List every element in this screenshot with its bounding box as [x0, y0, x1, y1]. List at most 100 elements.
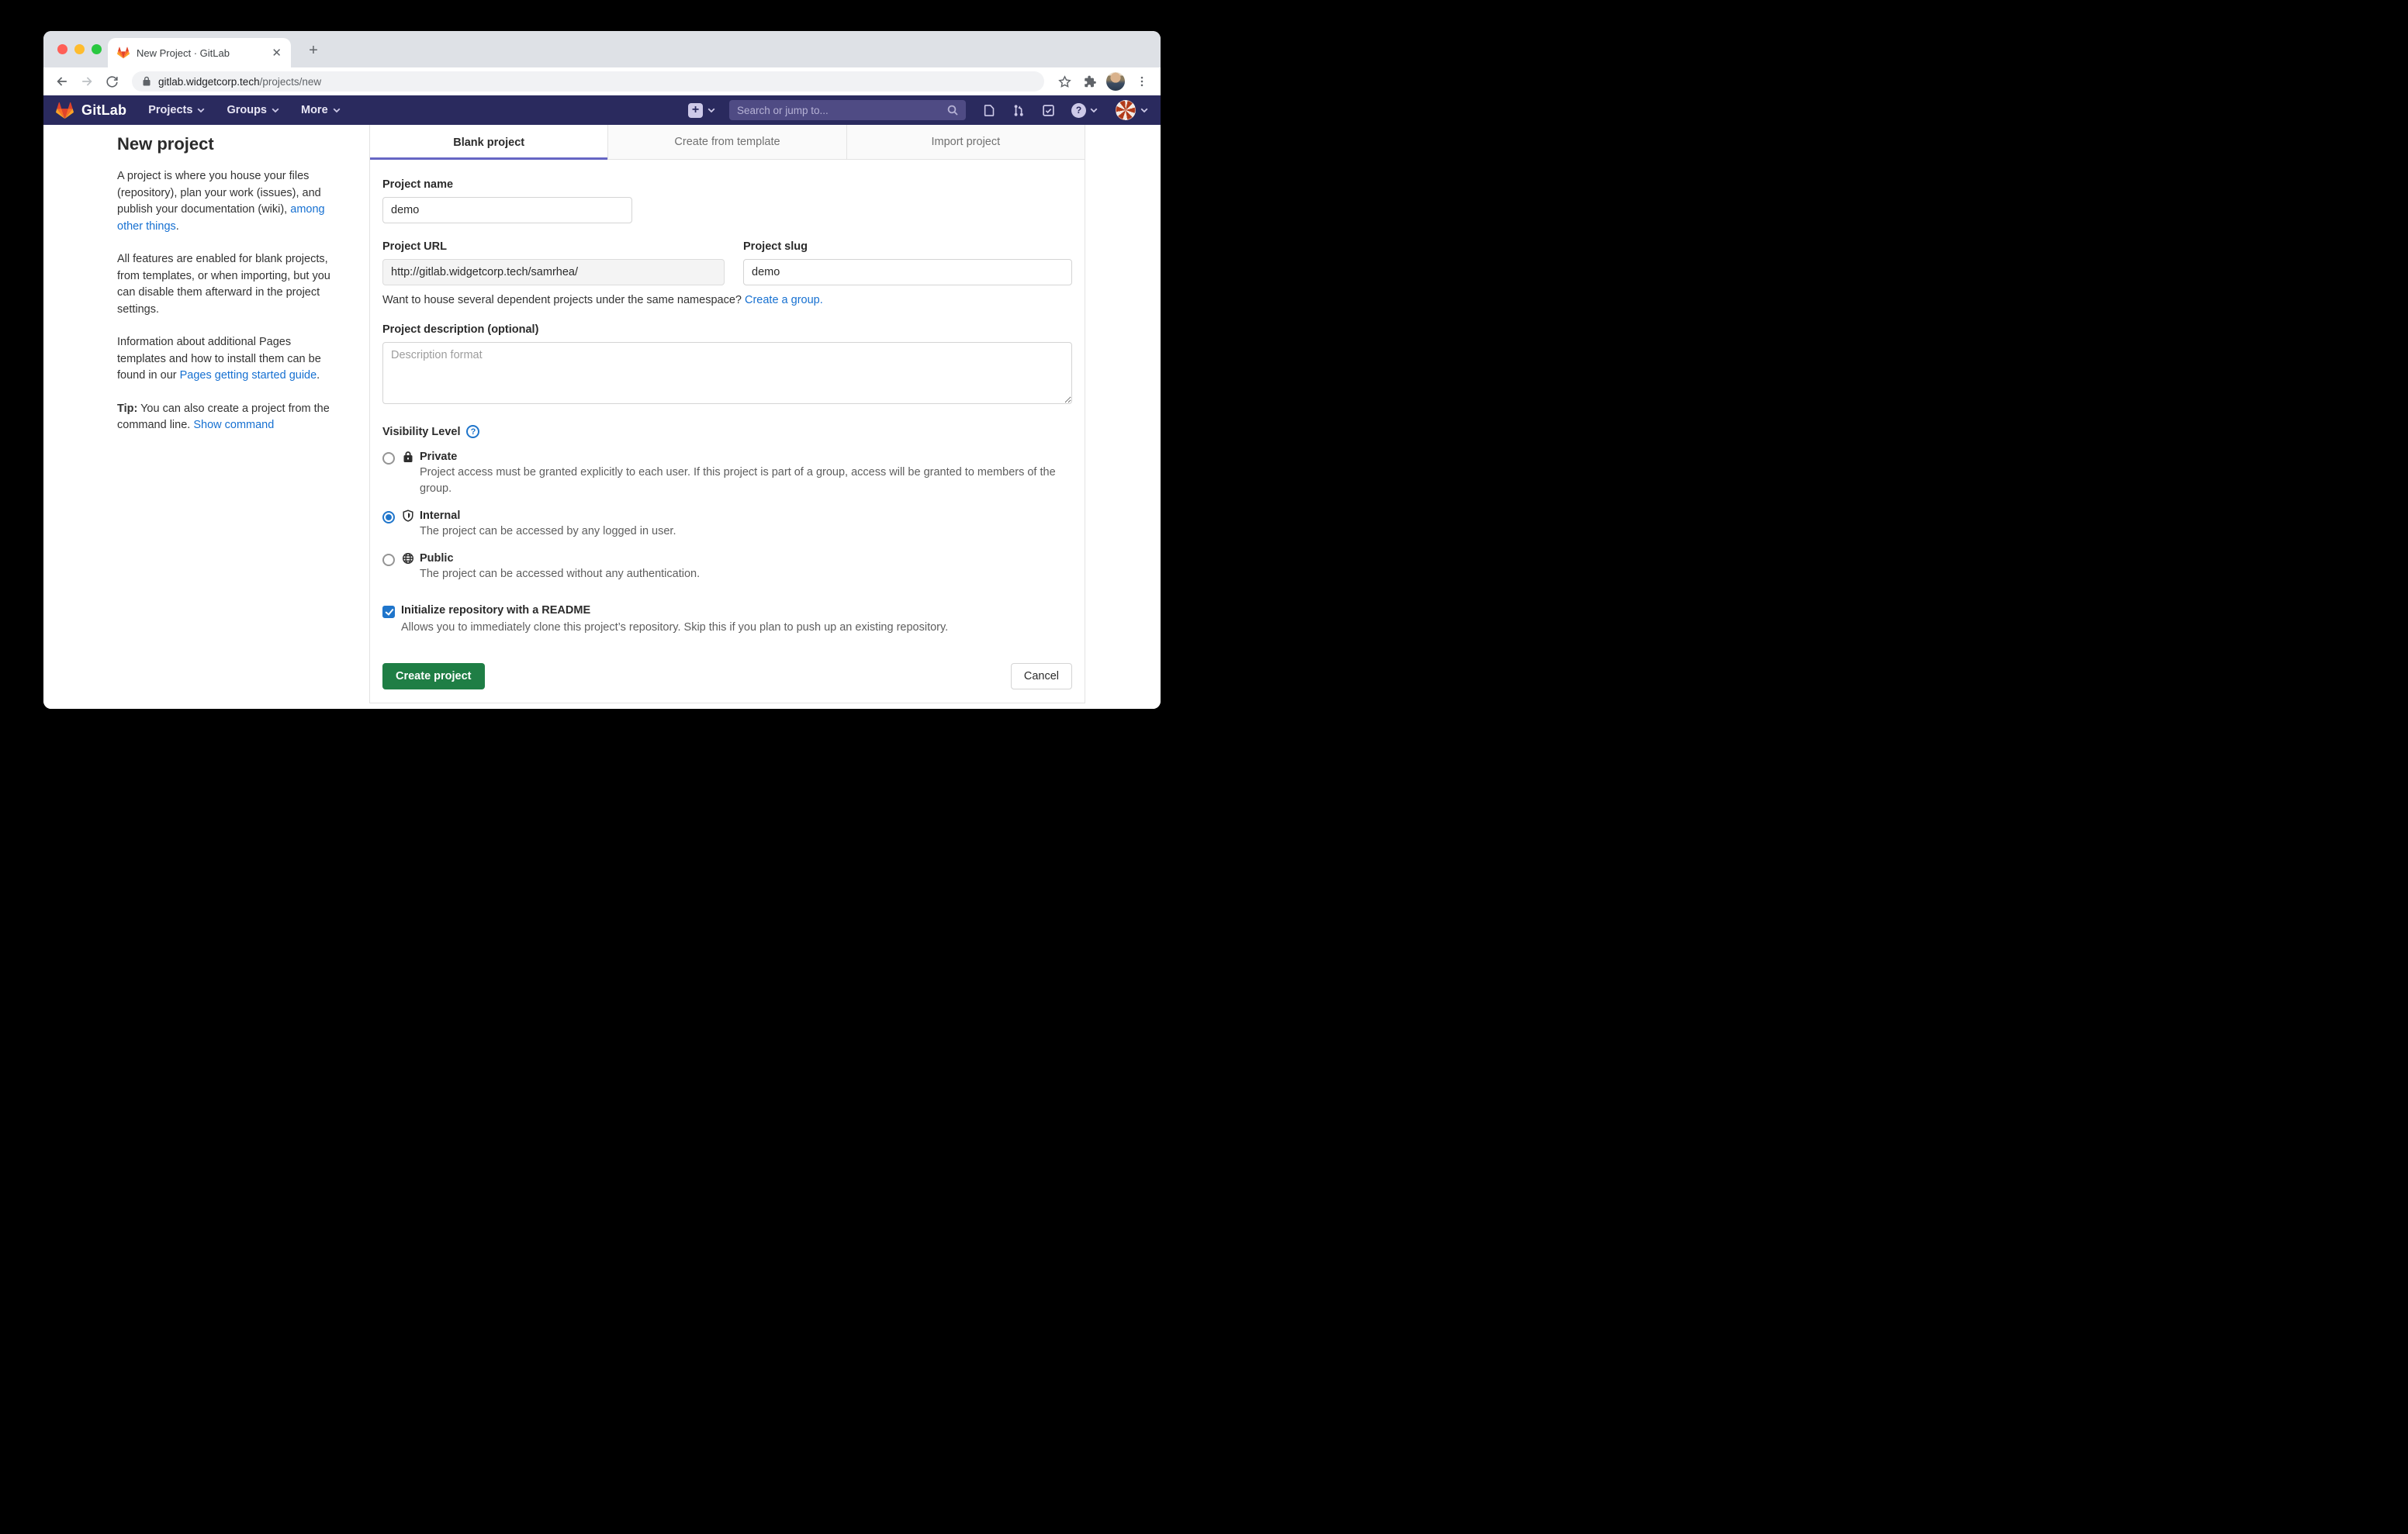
tab-create-from-template[interactable]: Create from template: [607, 125, 846, 160]
zoom-window-button[interactable]: [92, 44, 102, 54]
back-button[interactable]: [51, 71, 73, 92]
tip-label: Tip:: [117, 403, 137, 415]
browser-tabstrip: New Project · GitLab ✕ +: [43, 31, 1161, 67]
merge-requests-icon[interactable]: [1012, 104, 1026, 117]
option-name: Public: [420, 552, 454, 565]
gitlab-logo-icon: [56, 102, 74, 119]
namespace-hint: Want to house several dependent projects…: [382, 294, 1072, 306]
option-body: Private Project access must be granted e…: [402, 451, 1072, 497]
option-description: The project can be accessed without any …: [420, 566, 700, 582]
checkbox-body: Initialize repository with a README Allo…: [401, 604, 948, 634]
global-search[interactable]: [729, 100, 966, 120]
page-content: New project A project is where you house…: [43, 125, 1161, 709]
browser-toolbar: gitlab.widgetcorp.tech/projects/new: [43, 67, 1161, 95]
visibility-option-public[interactable]: Public The project can be accessed witho…: [382, 552, 1072, 582]
chevron-down-icon: [272, 108, 279, 113]
navbar-icon-group: ?: [983, 100, 1148, 120]
option-name: Private: [420, 451, 457, 463]
puzzle-icon: [1082, 74, 1097, 89]
hint-text: Want to house several dependent projects…: [382, 294, 745, 306]
sidebar-tip: Tip: You can also create a project from …: [117, 401, 336, 434]
search-icon: [947, 105, 958, 116]
cancel-button[interactable]: Cancel: [1011, 663, 1072, 689]
refresh-button[interactable]: [101, 71, 123, 92]
project-description-textarea[interactable]: [382, 342, 1072, 404]
visibility-option-private[interactable]: Private Project access must be granted e…: [382, 451, 1072, 497]
project-url-input[interactable]: [382, 259, 725, 285]
chevron-down-icon: [1140, 108, 1148, 113]
desktop-background: New Project · GitLab ✕ + gitlab.widgetco…: [0, 0, 1204, 767]
option-name: Internal: [420, 510, 460, 522]
forward-button[interactable]: [76, 71, 98, 92]
url-path: /projects/new: [260, 76, 322, 88]
project-slug-label: Project slug: [743, 240, 1072, 253]
minimize-window-button[interactable]: [74, 44, 85, 54]
gitlab-home-link[interactable]: GitLab: [56, 102, 126, 119]
gitlab-favicon-icon: [117, 47, 130, 59]
visibility-help-icon[interactable]: ?: [466, 425, 479, 438]
show-command-link[interactable]: Show command: [193, 419, 274, 431]
help-icon: ?: [1071, 103, 1086, 118]
shield-icon: [402, 510, 414, 522]
url-host: gitlab.widgetcorp.tech: [158, 76, 260, 88]
chevron-down-icon: [1090, 108, 1098, 113]
user-avatar: [1116, 100, 1136, 120]
browser-menu-button[interactable]: [1131, 71, 1153, 92]
issues-icon[interactable]: [983, 104, 996, 117]
create-project-button[interactable]: Create project: [382, 663, 485, 689]
star-icon: [1057, 74, 1072, 89]
search-input[interactable]: [737, 105, 947, 116]
kebab-menu-icon: [1135, 74, 1149, 88]
navbar-menus: Projects Groups More: [148, 104, 340, 116]
paragraph-text: .: [317, 369, 320, 382]
create-a-group-link[interactable]: Create a group.: [745, 294, 823, 306]
chevron-down-icon: [708, 108, 715, 113]
browser-tab[interactable]: New Project · GitLab ✕: [108, 38, 291, 67]
user-menu[interactable]: [1116, 100, 1148, 120]
initialize-readme-option[interactable]: Initialize repository with a README Allo…: [382, 604, 1072, 634]
internal-radio[interactable]: [382, 511, 395, 523]
nav-menu-more[interactable]: More: [301, 104, 341, 116]
project-slug-input[interactable]: [743, 259, 1072, 285]
sidebar-paragraph: Information about additional Pages templ…: [117, 334, 336, 385]
project-description-label: Project description (optional): [382, 323, 1072, 336]
url-text: gitlab.widgetcorp.tech/projects/new: [158, 76, 321, 88]
public-radio[interactable]: [382, 554, 395, 566]
readme-checkbox[interactable]: [382, 606, 395, 618]
address-bar[interactable]: gitlab.widgetcorp.tech/projects/new: [132, 71, 1044, 92]
tab-blank-project[interactable]: Blank project: [370, 125, 607, 160]
option-body: Public The project can be accessed witho…: [402, 552, 700, 582]
extensions-button[interactable]: [1078, 71, 1100, 92]
new-item-menu[interactable]: +: [688, 103, 715, 118]
gitlab-navbar: GitLab Projects Groups More +: [43, 95, 1161, 125]
visibility-option-internal[interactable]: Internal The project can be accessed by …: [382, 510, 1072, 540]
readme-description: Allows you to immediately clone this pro…: [401, 621, 948, 634]
nav-menu-label: Groups: [227, 104, 267, 116]
project-name-input[interactable]: [382, 197, 632, 223]
back-arrow-icon: [54, 74, 70, 89]
tab-import-project[interactable]: Import project: [846, 125, 1085, 160]
nav-menu-projects[interactable]: Projects: [148, 104, 205, 116]
browser-profile-avatar[interactable]: [1106, 72, 1125, 91]
close-window-button[interactable]: [57, 44, 67, 54]
blank-project-form: Project name Project URL Project slug Wa…: [370, 178, 1085, 703]
tab-close-icon[interactable]: ✕: [272, 47, 282, 59]
option-body: Internal The project can be accessed by …: [402, 510, 676, 540]
private-radio[interactable]: [382, 452, 395, 465]
help-menu[interactable]: ?: [1071, 103, 1098, 118]
bookmark-button[interactable]: [1054, 71, 1075, 92]
visibility-level-label: Visibility Level: [382, 426, 460, 438]
sidebar-paragraph: A project is where you house your files …: [117, 168, 336, 235]
chevron-down-icon: [333, 108, 341, 113]
project-url-label: Project URL: [382, 240, 725, 253]
new-tab-button[interactable]: +: [303, 40, 324, 61]
nav-menu-label: More: [301, 104, 328, 116]
new-project-card: Blank project Create from template Impor…: [369, 125, 1085, 703]
nav-menu-groups[interactable]: Groups: [227, 104, 279, 116]
option-description: The project can be accessed by any logge…: [420, 523, 676, 540]
chevron-down-icon: [197, 108, 205, 113]
refresh-icon: [105, 74, 119, 89]
todos-icon[interactable]: [1042, 104, 1055, 117]
pages-guide-link[interactable]: Pages getting started guide: [180, 369, 317, 382]
tab-title: New Project · GitLab: [137, 47, 265, 59]
